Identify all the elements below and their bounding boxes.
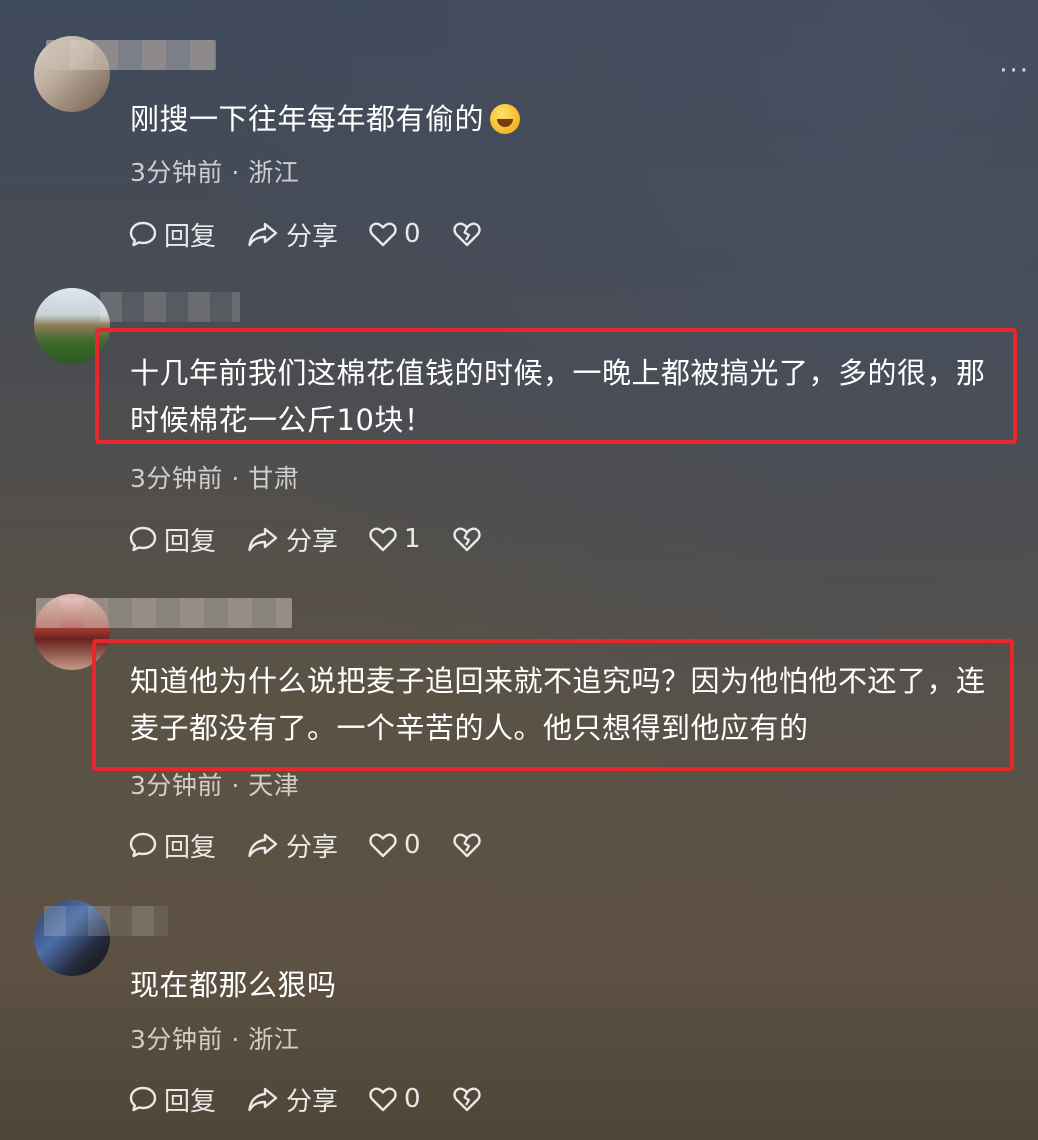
laughing-emoji-icon: [490, 104, 521, 134]
reply-label: 回复: [164, 1086, 217, 1117]
share-label: 分享: [286, 832, 339, 863]
share-arrow-icon: [248, 1087, 278, 1112]
heart-icon: [369, 833, 397, 858]
comment-actions: 回复 分享 0: [128, 1079, 482, 1119]
username-blurred[interactable]: [100, 292, 240, 322]
comment-meta: 3分钟前 · 甘肃: [130, 464, 300, 493]
comment-text: 现在都那么狠吗: [130, 968, 337, 1002]
heart-icon: [369, 527, 397, 552]
like-button[interactable]: 1: [368, 524, 452, 554]
heart-icon: [369, 1087, 397, 1112]
comment-actions: 回复 分享 0: [128, 214, 482, 254]
username-blurred[interactable]: [36, 598, 292, 628]
share-label: 分享: [286, 221, 339, 252]
broken-heart-icon: [453, 833, 481, 858]
comment-meta: 3分钟前 · 浙江: [130, 1025, 300, 1054]
broken-heart-icon: [453, 527, 481, 552]
like-button[interactable]: 0: [368, 219, 452, 249]
share-arrow-icon: [248, 222, 278, 247]
share-button[interactable]: 分享: [246, 1081, 368, 1118]
broken-heart-icon: [453, 222, 481, 247]
share-button[interactable]: 分享: [246, 827, 368, 864]
reply-button[interactable]: 回复: [128, 216, 246, 253]
like-button[interactable]: 0: [368, 1084, 452, 1114]
share-label: 分享: [286, 1086, 339, 1117]
reply-label: 回复: [164, 221, 217, 252]
dislike-button[interactable]: [452, 830, 482, 860]
like-count: 0: [404, 830, 421, 860]
like-count: 1: [404, 524, 421, 554]
speech-bubble-icon: [129, 526, 157, 552]
share-button[interactable]: 分享: [246, 521, 368, 558]
speech-bubble-icon: [129, 1086, 157, 1112]
comment-meta: 3分钟前 · 浙江: [130, 158, 300, 187]
username-blurred[interactable]: [46, 40, 216, 70]
username-blurred[interactable]: [44, 906, 168, 936]
reply-button[interactable]: 回复: [128, 521, 246, 558]
share-arrow-icon: [248, 833, 278, 858]
reply-button[interactable]: 回复: [128, 1081, 246, 1118]
dislike-button[interactable]: [452, 524, 482, 554]
comment-actions: 回复 分享 0: [128, 825, 482, 865]
share-label: 分享: [286, 526, 339, 557]
like-button[interactable]: 0: [368, 830, 452, 860]
more-options-button[interactable]: ···: [999, 56, 1030, 86]
share-button[interactable]: 分享: [246, 216, 368, 253]
comment-meta: 3分钟前 · 天津: [130, 771, 300, 800]
reply-button[interactable]: 回复: [128, 827, 246, 864]
share-arrow-icon: [248, 527, 278, 552]
speech-bubble-icon: [129, 832, 157, 858]
comment-text: 知道他为什么说把麦子追回来就不追究吗？因为他怕他不还了，连麦子都没有了。一个辛苦…: [130, 664, 986, 745]
reply-label: 回复: [164, 526, 217, 557]
dislike-button[interactable]: [452, 1084, 482, 1114]
broken-heart-icon: [453, 1087, 481, 1112]
heart-icon: [369, 222, 397, 247]
speech-bubble-icon: [129, 221, 157, 247]
comment-actions: 回复 分享 1: [128, 519, 482, 559]
like-count: 0: [404, 219, 421, 249]
comment-text: 十几年前我们这棉花值钱的时候，一晚上都被搞光了，多的很，那时候棉花一公斤10块！: [130, 356, 986, 437]
like-count: 0: [404, 1084, 421, 1114]
comment-text-content: 刚搜一下往年每年都有偷的: [130, 102, 485, 136]
reply-label: 回复: [164, 832, 217, 863]
dislike-button[interactable]: [452, 219, 482, 249]
comment-text: 刚搜一下往年每年都有偷的: [130, 96, 990, 143]
